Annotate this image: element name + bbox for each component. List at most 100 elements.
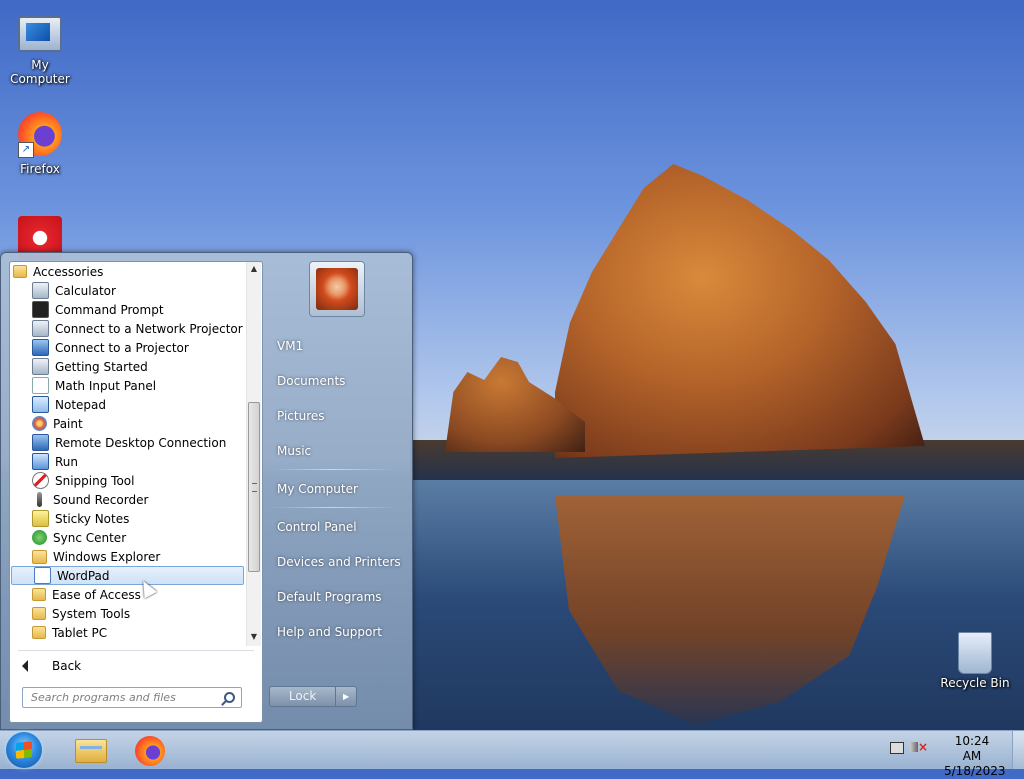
back-arrow-icon — [22, 660, 28, 672]
program-item-wordpad[interactable]: WordPad — [11, 566, 244, 585]
program-label: Remote Desktop Connection — [55, 435, 227, 450]
right-item-help-support[interactable]: Help and Support — [263, 614, 403, 649]
scrollbar-thumb[interactable] — [248, 402, 260, 572]
calculator-icon — [32, 282, 49, 299]
start-button[interactable] — [6, 732, 42, 768]
program-label: Paint — [53, 416, 83, 431]
right-item-label: Control Panel — [277, 519, 357, 534]
program-item-paint[interactable]: Paint — [10, 414, 246, 433]
programs-list: Accessories Calculator Command Prompt Co… — [10, 262, 246, 646]
right-item-label: Default Programs — [277, 589, 382, 604]
getting-started-icon — [32, 358, 49, 375]
right-item-pictures[interactable]: Pictures — [263, 398, 403, 433]
search-box[interactable] — [22, 687, 242, 708]
lock-button[interactable]: Lock — [269, 686, 337, 707]
program-label: Connect to a Network Projector — [55, 321, 243, 336]
clock-time: 10:24 AM — [954, 734, 990, 763]
program-item-getting-started[interactable]: Getting Started — [10, 357, 246, 376]
program-label: Ease of Access — [52, 587, 141, 602]
program-item-system-tools[interactable]: System Tools — [10, 604, 246, 623]
right-item-default-programs[interactable]: Default Programs — [263, 579, 403, 614]
program-label: Notepad — [55, 397, 106, 412]
program-label: Command Prompt — [55, 302, 164, 317]
program-item-network-projector[interactable]: Connect to a Network Projector — [10, 319, 246, 338]
taskbar-firefox-button[interactable] — [122, 733, 178, 767]
right-item-devices-printers[interactable]: Devices and Printers — [263, 544, 403, 579]
firefox-icon — [135, 736, 165, 766]
volume-muted-icon[interactable] — [910, 740, 928, 754]
explorer-icon — [32, 549, 47, 564]
search-input[interactable] — [23, 688, 221, 707]
microphone-icon — [37, 492, 42, 507]
remote-desktop-icon — [32, 434, 49, 451]
wallpaper-reflection — [555, 495, 905, 725]
network-icon[interactable] — [890, 742, 904, 754]
taskbar-explorer-button[interactable] — [62, 733, 118, 767]
notepad-icon — [32, 396, 49, 413]
program-label: Connect to a Projector — [55, 340, 189, 355]
back-label: Back — [52, 659, 82, 673]
program-item-notepad[interactable]: Notepad — [10, 395, 246, 414]
taskbar: 10:24 AM 5/18/2023 — [0, 730, 1024, 778]
sync-icon — [32, 530, 47, 545]
program-item-projector[interactable]: Connect to a Projector — [10, 338, 246, 357]
divider — [18, 650, 254, 651]
program-label: Snipping Tool — [55, 473, 135, 488]
desktop-icon-my-computer[interactable]: My Computer — [0, 8, 80, 86]
program-item-sync-center[interactable]: Sync Center — [10, 528, 246, 547]
desktop-icon-label: Firefox — [20, 162, 60, 176]
right-item-user[interactable]: VM1 — [263, 328, 403, 363]
program-item-calculator[interactable]: Calculator — [10, 281, 246, 300]
program-item-tablet-pc[interactable]: Tablet PC — [10, 623, 246, 642]
search-icon[interactable] — [224, 692, 235, 703]
desktop-icon-label: My Computer — [10, 58, 70, 86]
clock[interactable]: 10:24 AM 5/18/2023 — [944, 734, 1006, 779]
network-projector-icon — [32, 320, 49, 337]
folder-icon — [13, 265, 27, 278]
right-item-music[interactable]: Music — [263, 433, 403, 468]
start-menu-right-pane: VM1 Documents Pictures Music My Computer… — [263, 328, 403, 649]
recycle-bin-icon — [958, 632, 992, 674]
wallpaper-rock — [555, 164, 925, 458]
system-tray — [890, 739, 928, 754]
desktop-icon-recycle-bin[interactable]: Recycle Bin — [935, 632, 1015, 690]
back-button[interactable]: Back — [18, 656, 81, 676]
program-item-sound-recorder[interactable]: Sound Recorder — [10, 490, 246, 509]
right-item-label: Music — [277, 443, 312, 458]
desktop-icon-firefox[interactable]: ↗ Firefox — [0, 112, 80, 176]
program-item-sticky-notes[interactable]: Sticky Notes — [10, 509, 246, 528]
start-menu: Accessories Calculator Command Prompt Co… — [0, 252, 413, 730]
right-item-label: Pictures — [277, 408, 325, 423]
program-item-run[interactable]: Run — [10, 452, 246, 471]
scroll-down-icon[interactable]: ▼ — [247, 630, 261, 644]
math-input-icon — [32, 377, 49, 394]
folder-icon — [32, 588, 46, 601]
program-item-snipping-tool[interactable]: Snipping Tool — [10, 471, 246, 490]
desktop-icon-label: Recycle Bin — [940, 676, 1010, 690]
shutdown-options-arrow-icon[interactable]: ▶ — [336, 686, 357, 707]
start-menu-programs-pane: Accessories Calculator Command Prompt Co… — [9, 261, 263, 723]
program-item-accessories[interactable]: Accessories — [10, 262, 246, 281]
program-item-remote-desktop[interactable]: Remote Desktop Connection — [10, 433, 246, 452]
program-item-ease-of-access[interactable]: Ease of Access — [10, 585, 246, 604]
shortcut-arrow-icon: ↗ — [18, 142, 34, 158]
folder-icon — [75, 739, 107, 763]
paint-icon — [32, 416, 47, 431]
show-desktop-button[interactable] — [1012, 731, 1024, 769]
right-item-documents[interactable]: Documents — [263, 363, 403, 398]
user-avatar[interactable] — [309, 261, 365, 317]
right-item-label: Help and Support — [277, 624, 382, 639]
programs-scrollbar[interactable]: ▲ ▼ — [246, 262, 261, 646]
program-label: Accessories — [33, 264, 104, 279]
program-label: Sticky Notes — [55, 511, 130, 526]
user-picture-icon — [316, 268, 358, 310]
program-item-math-input[interactable]: Math Input Panel — [10, 376, 246, 395]
command-prompt-icon — [32, 301, 49, 318]
divider — [271, 469, 395, 470]
grip-icon — [252, 483, 257, 492]
right-item-my-computer[interactable]: My Computer — [263, 471, 403, 506]
right-item-control-panel[interactable]: Control Panel — [263, 509, 403, 544]
program-item-windows-explorer[interactable]: Windows Explorer — [10, 547, 246, 566]
program-item-command-prompt[interactable]: Command Prompt — [10, 300, 246, 319]
scroll-up-icon[interactable]: ▲ — [247, 262, 261, 276]
